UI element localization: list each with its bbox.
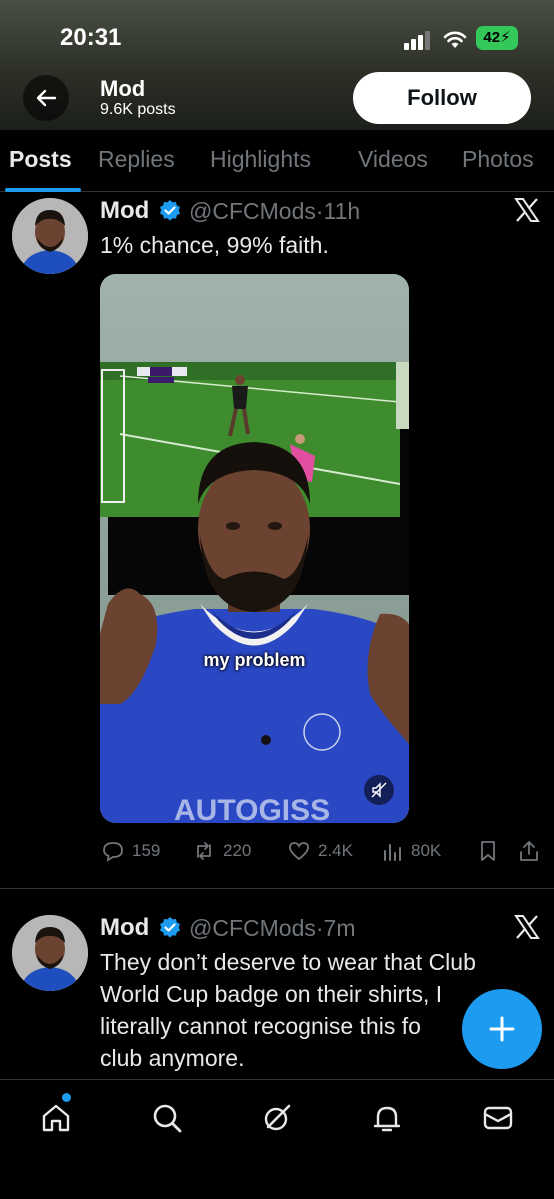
profile-name: Mod [100,76,146,101]
share-button[interactable] [518,838,540,864]
reply-icon [103,842,123,862]
tab-replies[interactable]: Replies [98,146,175,173]
battery-level: 42 [483,29,501,46]
avatar[interactable] [12,198,88,274]
speaker-muted-icon [371,782,387,798]
verified-badge-icon [160,917,180,938]
post-time: 11h [323,198,361,224]
home-notification-dot [62,1093,71,1102]
signal-icon [404,31,430,50]
back-button[interactable] [23,75,69,121]
status-bar: 20:31 42⚡ [0,20,554,54]
post-text: 1% chance, 99% faith. [100,232,329,258]
avatar[interactable] [12,915,88,991]
messages-icon[interactable] [482,1102,514,1134]
handle-separator: · [315,198,324,224]
profile-tabs: Posts Replies Highlights Videos Photos [0,130,554,192]
reply-button[interactable]: 159 [102,838,160,864]
post-handle: @CFCMods [189,198,316,224]
arrow-left-icon [36,89,57,107]
follow-button[interactable]: Follow [353,72,531,124]
repost-icon [197,842,211,860]
bookmark-button[interactable] [477,838,499,864]
avatar-image [12,198,88,274]
reply-count: 159 [132,841,161,860]
like-button[interactable]: 2.4K [288,838,353,864]
x-logo-icon [514,915,540,939]
plus-icon [489,1016,515,1042]
views-icon [384,844,401,861]
tab-photos[interactable]: Photos [462,146,534,173]
tab-videos[interactable]: Videos [358,146,428,173]
views-button[interactable]: 80K [381,838,441,864]
view-count: 80K [411,841,442,860]
like-count: 2.4K [318,841,353,860]
wifi-icon [443,31,467,48]
profile-header: 20:31 42⚡ Mod 9.6K posts Follow [0,0,554,130]
tab-posts[interactable]: Posts [9,146,72,173]
repost-count: 220 [223,841,252,860]
post-text-line: They don’t deserve to wear that Club [100,949,476,975]
shirt-sponsor-text: AUTOGISS [174,794,330,823]
video-frame: AUTOGISS [100,274,409,823]
post-divider [0,888,554,889]
compose-button[interactable] [462,989,542,1069]
active-tab-indicator [5,188,81,192]
post-actions: 159 220 2.4K 80K [0,838,554,864]
post-author-name[interactable]: Mod [100,197,149,225]
x-logo-icon [514,198,540,222]
home-icon[interactable] [40,1102,72,1134]
notifications-icon[interactable] [371,1102,403,1134]
handle-separator: · [315,915,324,941]
repost-button[interactable]: 220 [193,838,251,864]
avatar-image [12,915,88,991]
profile-page: 20:31 42⚡ Mod 9.6K posts Follow Posts Re… [0,0,554,1199]
search-icon[interactable] [151,1102,183,1134]
mute-button[interactable] [364,775,394,805]
bookmark-icon [481,841,495,861]
video-caption: my problem [203,650,306,670]
post-handle-line[interactable]: @CFCMods·11h [189,198,360,225]
heart-icon [289,842,309,861]
post-handle-line[interactable]: @CFCMods·7m [189,915,355,942]
status-time: 20:31 [60,24,122,51]
post-author-name[interactable]: Mod [100,914,149,942]
share-icon [520,841,538,861]
battery-indicator: 42⚡ [476,26,518,50]
tab-highlights[interactable]: Highlights [210,146,311,173]
verified-badge-icon [160,200,180,221]
grok-icon[interactable] [261,1102,293,1134]
post-handle: @CFCMods [189,915,316,941]
bottom-nav [0,1079,554,1199]
post-video[interactable]: AUTOGISS my problem [100,274,409,823]
profile-post-count: 9.6K posts [100,101,176,118]
post-time: 7m [323,915,356,941]
